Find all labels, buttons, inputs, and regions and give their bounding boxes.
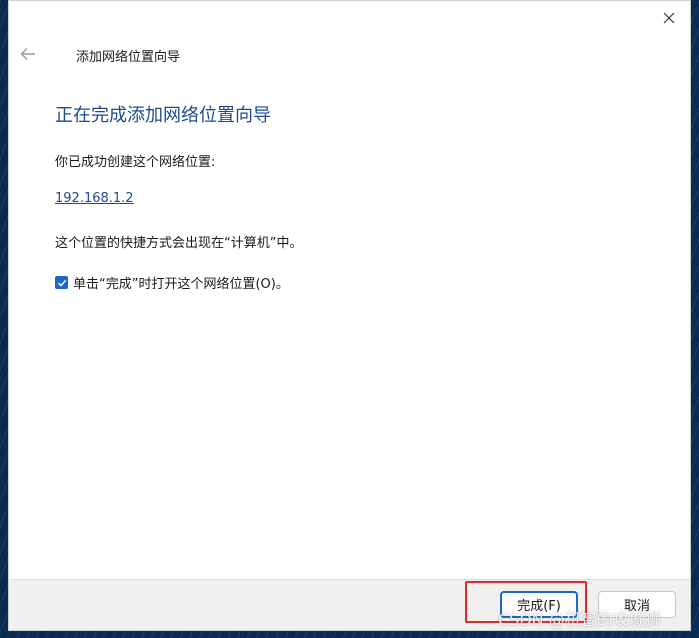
close-button[interactable] [654,5,684,31]
open-location-label: 单击“完成”时打开这个网络位置(O)。 [73,277,289,292]
success-message: 你已成功创建这个网络位置: [55,155,216,170]
wizard-title: 添加网络位置向导 [76,50,181,65]
open-location-option[interactable]: 单击“完成”时打开这个网络位置(O)。 [55,273,289,292]
button-bar: 完成(F) 取消 [9,579,690,630]
checkmark-icon [57,279,66,287]
network-address-link[interactable]: 192.168.1.2 [55,191,134,206]
finish-button[interactable]: 完成(F) [500,591,578,618]
shortcut-info-text: 这个位置的快捷方式会出现在“计算机”中。 [55,236,303,251]
cancel-button[interactable]: 取消 [598,591,676,618]
close-icon [663,12,675,24]
back-arrow-icon [20,48,35,60]
open-location-checkbox[interactable] [55,276,68,289]
wizard-window: 添加网络位置向导 正在完成添加网络位置向导 你已成功创建这个网络位置: 192.… [8,0,691,631]
back-button[interactable] [15,41,41,67]
page-heading: 正在完成添加网络位置向导 [55,105,271,126]
